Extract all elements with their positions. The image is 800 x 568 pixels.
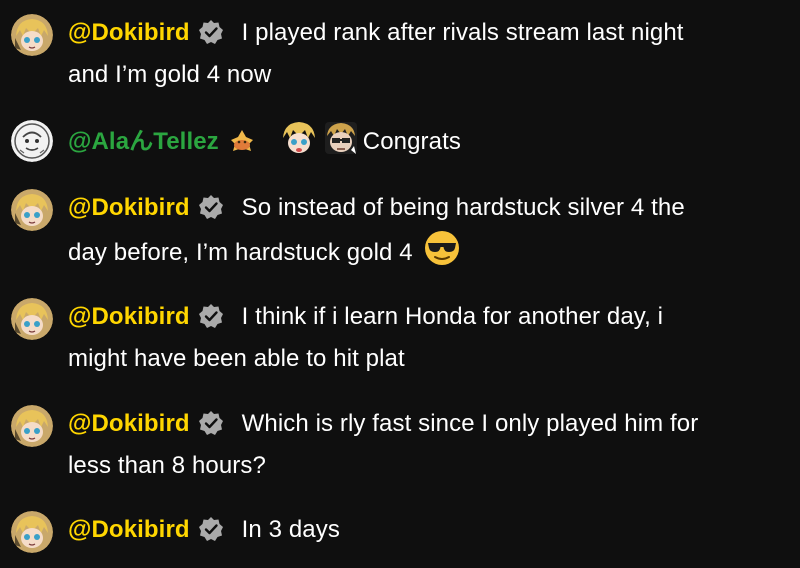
verified-badge-icon — [198, 514, 224, 541]
member-badge-icon — [227, 126, 253, 152]
avatar[interactable] — [11, 120, 53, 162]
author-name[interactable]: @AlaんTellez — [68, 128, 219, 155]
chat-list: @Dokibird I played rank after rivals stre… — [0, 0, 800, 568]
author-name[interactable]: @Dokibird — [68, 410, 190, 437]
verified-badge-icon — [198, 301, 224, 328]
sunglasses-emoji-icon — [423, 229, 461, 281]
author-name[interactable]: @Dokibird — [68, 303, 190, 330]
author-name[interactable]: @Dokibird — [68, 516, 190, 543]
avatar[interactable] — [11, 298, 53, 340]
author-name[interactable]: @Dokibird — [68, 194, 190, 221]
author-name[interactable]: @Dokibird — [68, 19, 190, 46]
dokibird-emote-2-icon — [323, 120, 359, 170]
verified-badge-icon — [198, 17, 224, 44]
message-text: In 3 days — [241, 516, 340, 543]
verified-badge-icon — [198, 192, 224, 219]
avatar[interactable] — [11, 511, 53, 553]
avatar[interactable] — [11, 405, 53, 447]
verified-badge-icon — [198, 408, 224, 435]
avatar[interactable] — [11, 189, 53, 231]
avatar[interactable] — [11, 14, 53, 56]
dokibird-emote-icon — [281, 120, 317, 170]
message-text: Congrats — [362, 128, 461, 155]
